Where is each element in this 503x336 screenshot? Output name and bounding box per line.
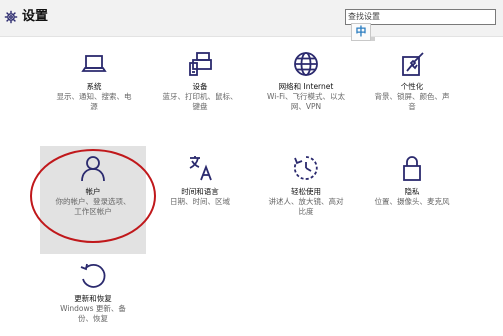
tile-description: 蓝牙、打印机、鼠标、 键盘 [162,92,238,111]
settings-window: 设置 中 系统 显示、通知、搜索、电 源 设备 蓝牙、打印机、鼠标、 键盘 [0,0,503,336]
devices-icon [186,50,214,78]
tile-update-security[interactable]: 更新和恢复 Windows 更新、备 份、恢复 [50,262,136,332]
search-input[interactable] [348,10,492,24]
tile-network[interactable]: 网络和 Internet Wi-Fi、飞行模式、以太 网、VPN [260,50,352,111]
tile-description: Wi-Fi、飞行模式、以太 网、VPN [267,92,345,111]
ease-of-access-icon [292,154,320,182]
tile-personalization[interactable]: 个性化 背景、锁屏、颜色、声 音 [368,50,456,111]
ime-indicator[interactable]: 中 [351,23,371,41]
time-language-icon [186,154,214,182]
tile-description: 显示、通知、搜索、电 源 [56,92,132,111]
tile-ease-of-access[interactable]: 轻松使用 讲述人、放大镜、高对 比度 [260,154,352,224]
globe-icon [292,50,320,78]
gear-icon [4,10,18,24]
tile-title: 时间和语言 [181,187,219,196]
paintbrush-icon [398,50,426,78]
tile-title: 更新和恢复 [74,294,112,303]
tile-description: 背景、锁屏、颜色、声 音 [374,92,450,111]
title-bar: 设置 [0,0,503,37]
tile-description: 位置、摄像头、麦克风 [374,197,450,206]
tile-description: 你的帐户、登录选项、 工作区帐户 [55,197,131,216]
tile-privacy[interactable]: 隐私 位置、摄像头、麦克风 [368,154,456,214]
tile-description: Windows 更新、备 份、恢复 [60,304,126,323]
ime-corner-mark [371,37,375,41]
tile-title: 系统 [86,82,102,91]
refresh-icon [79,262,107,290]
tile-system[interactable]: 系统 显示、通知、搜索、电 源 [52,50,136,111]
tile-description: 讲述人、放大镜、高对 比度 [268,197,344,216]
tile-title: 个性化 [400,82,424,91]
tile-devices[interactable]: 设备 蓝牙、打印机、鼠标、 键盘 [158,50,242,111]
tile-title: 网络和 Internet [278,82,334,91]
tile-accounts[interactable]: 帐户 你的帐户、登录选项、 工作区帐户 [50,154,136,224]
person-icon [79,154,107,182]
page-title: 设置 [22,9,49,24]
lock-icon [398,154,426,182]
tile-description: 日期、时间、区域 [170,197,230,206]
tile-title: 轻松使用 [291,187,321,196]
tile-title: 帐户 [85,187,101,196]
tile-title: 设备 [192,82,208,91]
tile-title: 隐私 [404,187,420,196]
laptop-icon [80,50,108,78]
tile-time-language[interactable]: 时间和语言 日期、时间、区域 [158,154,242,214]
